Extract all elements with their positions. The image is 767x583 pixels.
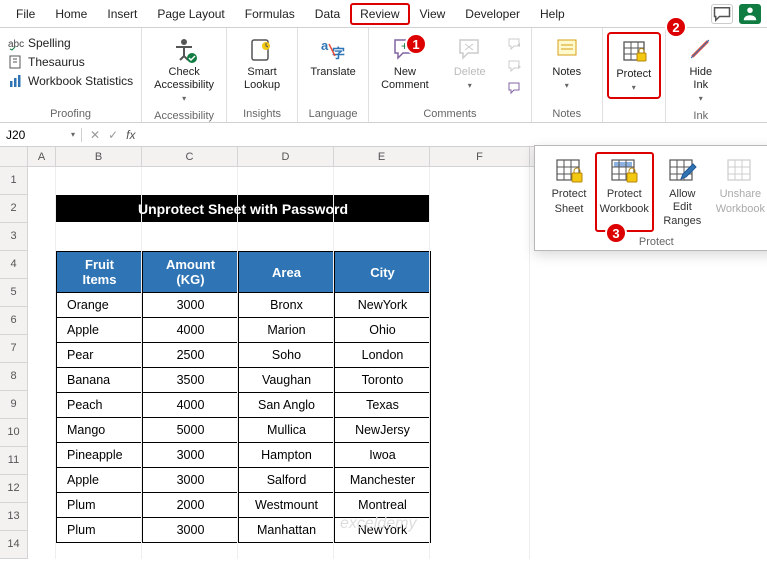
col-a[interactable]: A (28, 147, 56, 166)
next-comment-icon[interactable] (507, 59, 523, 75)
menu-page-layout[interactable]: Page Layout (147, 3, 234, 25)
th-fruit: Fruit Items (57, 252, 143, 293)
menu-data[interactable]: Data (305, 3, 350, 25)
translate-button[interactable]: a字 Translate (306, 32, 360, 83)
enter-formula-icon[interactable]: ✓ (108, 128, 118, 142)
group-insights: Smart Lookup Insights (227, 28, 298, 122)
table-row[interactable]: Peach4000San AngloTexas (57, 393, 431, 418)
menu-developer[interactable]: Developer (455, 3, 530, 25)
group-label-proofing: Proofing (8, 106, 133, 120)
fx-icon[interactable]: fx (126, 128, 135, 142)
th-city: City (335, 252, 431, 293)
menu-insert[interactable]: Insert (97, 3, 147, 25)
data-table: Fruit Items Amount (KG) Area City Orange… (56, 251, 431, 543)
formula-bar: J20▾ ✕ ✓ fx (0, 123, 767, 147)
col-b[interactable]: B (56, 147, 142, 166)
hide-ink-button[interactable]: Hide Ink▾ (674, 32, 728, 108)
table-row[interactable]: Apple3000SalfordManchester (57, 468, 431, 493)
cancel-formula-icon[interactable]: ✕ (90, 128, 100, 142)
chevron-down-icon[interactable]: ▾ (71, 130, 75, 139)
menu-formulas[interactable]: Formulas (235, 3, 305, 25)
menu-view[interactable]: View (410, 3, 456, 25)
smart-lookup-button[interactable]: Smart Lookup (235, 32, 289, 96)
spelling-button[interactable]: abcSpelling (8, 35, 133, 51)
table-row[interactable]: Mango5000MullicaNewJersy (57, 418, 431, 443)
protect-workbook-button[interactable]: ProtectWorkbook (595, 152, 654, 232)
col-c[interactable]: C (142, 147, 238, 166)
protect-panel-label: Protect (543, 236, 767, 248)
group-proofing: abcSpelling Thesaurus Workbook Statistic… (0, 28, 142, 122)
group-protect: Protect▾ (603, 28, 666, 122)
sheet-title: Unprotect Sheet with Password (56, 195, 430, 222)
protect-sheet-button[interactable]: ProtectSheet (543, 152, 595, 232)
col-e[interactable]: E (334, 147, 430, 166)
table-row[interactable]: Pineapple3000HamptonIwoa (57, 443, 431, 468)
group-language: a字 Translate Language (298, 28, 369, 122)
protect-dropdown-button[interactable]: Protect▾ (607, 32, 661, 99)
menu-file[interactable]: File (6, 3, 45, 25)
table-row[interactable]: Banana3500VaughanToronto (57, 368, 431, 393)
annotation-badge-2: 2 (665, 16, 687, 38)
name-box[interactable]: J20▾ (0, 128, 82, 142)
group-ink: Hide Ink▾ Ink (666, 28, 736, 122)
menu-review[interactable]: Review (350, 3, 409, 25)
group-comments: + New Comment Delete▾ Comments (369, 28, 532, 122)
table-row[interactable]: Orange3000BronxNewYork (57, 293, 431, 318)
notes-button[interactable]: Notes▾ (540, 32, 594, 95)
table-row[interactable]: Plum2000WestmountMontreal (57, 493, 431, 518)
col-d[interactable]: D (238, 147, 334, 166)
thesaurus-button[interactable]: Thesaurus (8, 54, 133, 70)
workbook-stats-button[interactable]: Workbook Statistics (8, 73, 133, 89)
comments-icon[interactable] (711, 4, 733, 24)
th-amount: Amount (KG) (143, 252, 239, 293)
select-all-corner[interactable] (0, 147, 28, 166)
allow-edit-ranges-button[interactable]: Allow EditRanges (654, 152, 712, 232)
menu-bar: File Home Insert Page Layout Formulas Da… (0, 0, 767, 28)
protect-dropdown-panel: ProtectSheet ProtectWorkbook Allow EditR… (534, 145, 767, 251)
watermark: exceldemy (340, 515, 416, 533)
table-row[interactable]: Apple4000MarionOhio (57, 318, 431, 343)
svg-text:a: a (321, 38, 329, 53)
menu-help[interactable]: Help (530, 3, 575, 25)
check-accessibility-button[interactable]: Check Accessibility▾ (150, 32, 218, 108)
group-notes: Notes▾ Notes (532, 28, 603, 122)
unshare-workbook-button: UnshareWorkbook (711, 152, 767, 232)
share-icon[interactable] (739, 4, 761, 24)
table-row[interactable]: Pear2500SohoLondon (57, 343, 431, 368)
row-headers: 1 2 3 4 5 6 7 8 9 10 11 12 13 14 (0, 167, 28, 559)
col-f[interactable]: F (430, 147, 530, 166)
annotation-badge-3: 3 (605, 222, 627, 244)
menu-home[interactable]: Home (45, 3, 97, 25)
show-comments-icon[interactable] (507, 81, 523, 97)
delete-comment-button[interactable]: Delete▾ (443, 32, 497, 95)
th-area: Area (239, 252, 335, 293)
annotation-badge-1: 1 (405, 33, 427, 55)
ribbon: abcSpelling Thesaurus Workbook Statistic… (0, 28, 767, 123)
prev-comment-icon[interactable] (507, 37, 523, 53)
group-accessibility: Check Accessibility▾ Accessibility (142, 28, 227, 122)
svg-text:abc: abc (8, 39, 24, 50)
